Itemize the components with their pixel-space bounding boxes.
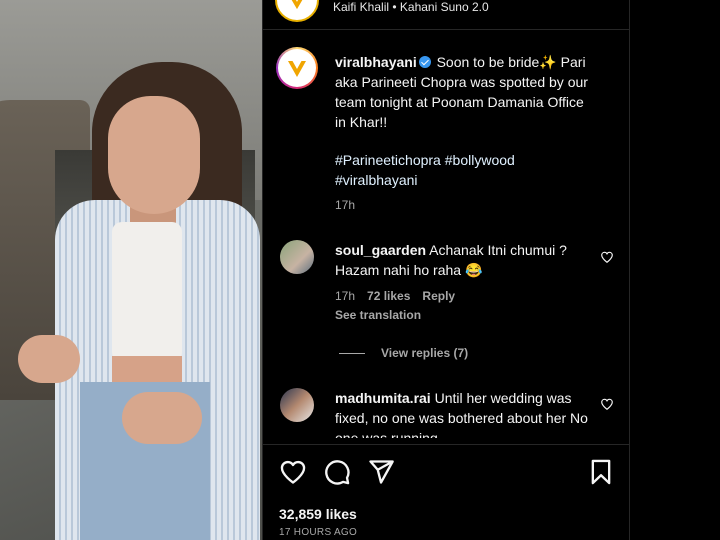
- hashtag-link[interactable]: #Parineetichopra: [335, 152, 441, 168]
- view-replies-button[interactable]: View replies (7): [339, 346, 468, 360]
- audio-track[interactable]: Kahani Suno 2.0: [400, 0, 489, 14]
- audio-separator: •: [389, 0, 400, 14]
- comment-icon[interactable]: [323, 458, 351, 486]
- sparkle-emoji: ✨: [539, 54, 557, 70]
- hashtag-link[interactable]: #bollywood: [445, 152, 515, 168]
- post-caption: viralbhayani Soon to be bride✨ Pari aka …: [335, 52, 597, 132]
- post-photo[interactable]: [0, 0, 262, 540]
- actions-divider: [263, 444, 629, 445]
- audio-attribution[interactable]: Kaifi Khalil • Kahani Suno 2.0: [333, 0, 489, 14]
- person-hand-left: [18, 335, 80, 383]
- viralbhayani-logo-icon: [280, 0, 314, 17]
- comment-item: madhumita.rai Until her wedding was fixe…: [335, 388, 593, 438]
- comment-meta: 17h 72 likes Reply: [335, 289, 467, 303]
- caption-timestamp[interactable]: 17h: [335, 198, 355, 212]
- comment-username[interactable]: madhumita.rai: [335, 390, 431, 406]
- verified-badge-icon: [418, 56, 431, 68]
- caption-username[interactable]: viralbhayani: [335, 54, 417, 70]
- person-white-top: [112, 222, 182, 362]
- comment-item: soul_gaarden Achanak Itni chumui ? Hazam…: [335, 240, 593, 280]
- post-header: Kaifi Khalil • Kahani Suno 2.0: [263, 0, 629, 30]
- paper-plane-icon[interactable]: [367, 458, 395, 486]
- caption-text-start: Soon to be bride: [432, 54, 540, 70]
- comment-username[interactable]: soul_gaarden: [335, 242, 426, 258]
- viralbhayani-logo-icon: [288, 61, 306, 77]
- comment-avatar[interactable]: [280, 388, 314, 422]
- bookmark-icon[interactable]: [587, 458, 615, 486]
- view-replies-label[interactable]: View replies (7): [381, 346, 468, 360]
- reply-button[interactable]: Reply: [422, 289, 455, 303]
- header-avatar[interactable]: [275, 0, 319, 22]
- comment-like-heart-icon[interactable]: [600, 250, 614, 264]
- caption-avatar[interactable]: [276, 47, 318, 89]
- comment-likes-count[interactable]: 72 likes: [367, 289, 410, 303]
- person-face: [108, 96, 200, 214]
- see-translation-link[interactable]: See translation: [335, 308, 421, 322]
- caption-hashtags: #Parineetichopra #bollywood #viralbhayan…: [335, 150, 597, 190]
- comment-time[interactable]: 17h: [335, 289, 355, 303]
- modal-backdrop[interactable]: [630, 0, 720, 540]
- audio-author[interactable]: Kaifi Khalil: [333, 0, 389, 14]
- post-details-panel: Kaifi Khalil • Kahani Suno 2.0 viralbhay…: [262, 0, 630, 540]
- likes-count[interactable]: 32,859 likes: [279, 506, 357, 522]
- heart-icon[interactable]: [279, 458, 307, 486]
- hashtag-link[interactable]: #viralbhayani: [335, 172, 418, 188]
- person-hand-right: [122, 392, 202, 444]
- replies-divider-line: [339, 353, 365, 355]
- comment-like-heart-icon[interactable]: [600, 397, 614, 411]
- comment-avatar[interactable]: [280, 240, 314, 274]
- post-timestamp[interactable]: 17 HOURS AGO: [279, 527, 357, 538]
